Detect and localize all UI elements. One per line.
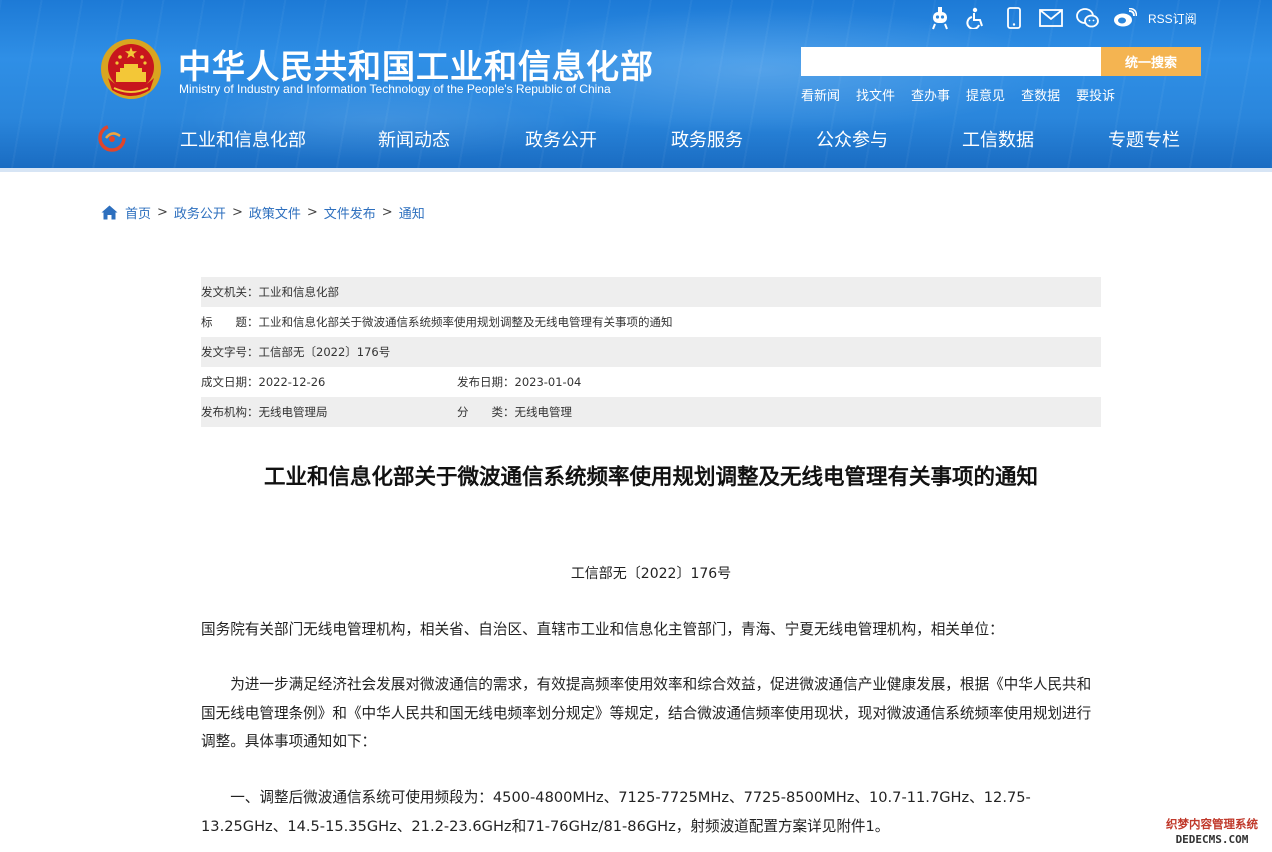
quick-link-files[interactable]: 找文件 (856, 85, 895, 104)
breadcrumb-separator: > (231, 204, 243, 220)
document-metadata-table: 发文机关： 工业和信息化部 标 题： 工业和信息化部关于微波通信系统频率使用规划… (201, 277, 1101, 427)
document-title: 工业和信息化部关于微波通信系统频率使用规划调整及无线电管理有关事项的通知 (263, 465, 1038, 490)
meta-label-doc-number: 发文字号： (201, 345, 259, 359)
breadcrumb-separator: > (306, 204, 318, 220)
addressee-paragraph: 国务院有关部门无线电管理机构，相关省、自治区、直辖市工业和信息化主管部门，青海、… (201, 621, 1004, 638)
breadcrumb-notice[interactable]: 通知 (399, 203, 425, 222)
breadcrumb-separator: > (157, 204, 168, 220)
watermark-line-1: 织梦内容管理系统 (1166, 817, 1258, 831)
breadcrumb-policy-files[interactable]: 政策文件 (249, 203, 301, 222)
meta-row-agency: 发布机构： 无线电管理局 分 类： 无线电管理 (201, 397, 1101, 427)
watermark-line-2: DEDECMS.COM (1176, 833, 1249, 846)
breadcrumb-home[interactable]: 首页 (125, 203, 151, 222)
quick-links: 看新闻 找文件 查办事 提意见 查数据 要投诉 (801, 85, 1131, 104)
quick-link-data[interactable]: 查数据 (1021, 85, 1060, 104)
body-paragraph-1: 为进一步满足经济社会发展对微波通信的需求，有效提高频率使用效率和综合效益，促进微… (201, 676, 1092, 750)
header-divider (0, 168, 1272, 172)
quick-link-feedback[interactable]: 提意见 (966, 85, 1005, 104)
meta-label-agency: 发布机构： (201, 405, 259, 419)
nav-item-special-topics[interactable]: 专题专栏 (1108, 126, 1180, 152)
nav-item-data[interactable]: 工信数据 (962, 126, 1034, 152)
meta-row-dates: 成文日期： 2022-12-26 发布日期： 2023-01-04 (201, 367, 1101, 397)
robot-assistant-icon[interactable] (928, 6, 952, 30)
weibo-icon[interactable] (1113, 6, 1137, 30)
quick-link-news[interactable]: 看新闻 (801, 85, 840, 104)
meta-row-doc-number: 发文字号： 工信部无〔2022〕176号 (201, 337, 1101, 367)
body-paragraph-2: 一、调整后微波通信系统可使用频段为：4500-4800MHz、7125-7725… (201, 789, 1031, 835)
search-input[interactable] (801, 47, 1101, 76)
breadcrumb-separator: > (381, 204, 393, 220)
ministry-logo-icon (98, 124, 126, 152)
mail-icon[interactable] (1039, 6, 1063, 30)
breadcrumb-file-release[interactable]: 文件发布 (324, 203, 376, 222)
nav-item-public-participation[interactable]: 公众参与 (816, 126, 888, 152)
home-icon[interactable] (101, 205, 118, 220)
nav-item-ministry[interactable]: 工业和信息化部 (180, 126, 306, 152)
site-subtitle-en: Ministry of Industry and Information Tec… (179, 82, 611, 96)
meta-row-title: 标 题： 工业和信息化部关于微波通信系统频率使用规划调整及无线电管理有关事项的通… (201, 307, 1101, 337)
national-emblem-icon (101, 39, 161, 99)
mobile-icon[interactable] (1002, 6, 1026, 30)
accessibility-icon[interactable] (965, 6, 989, 30)
breadcrumb-government-affairs[interactable]: 政务公开 (174, 203, 226, 222)
nav-item-government-affairs[interactable]: 政务公开 (525, 126, 597, 152)
meta-value-doc-number: 工信部无〔2022〕176号 (258, 345, 391, 359)
quick-link-complaint[interactable]: 要投诉 (1076, 85, 1115, 104)
meta-label-issuer: 发文机关： (201, 285, 259, 299)
meta-label-title: 标 题： (201, 315, 259, 329)
meta-label-category: 分 类： (457, 405, 515, 419)
site-header: 中华人民共和国工业和信息化部 Ministry of Industry and … (0, 0, 1272, 168)
meta-label-published: 发布日期： (457, 375, 515, 389)
top-utility-bar: RSS订阅 (928, 6, 1197, 30)
meta-value-category: 无线电管理 (514, 405, 573, 419)
meta-label-created: 成文日期： (201, 375, 259, 389)
unified-search-button[interactable]: 统一搜索 (1101, 47, 1201, 76)
main-navigation: 工业和信息化部 新闻动态 政务公开 政务服务 公众参与 工信数据 专题专栏 (180, 126, 1190, 152)
rss-subscribe-link[interactable]: RSS订阅 (1148, 10, 1197, 27)
meta-value-issuer: 工业和信息化部 (258, 285, 340, 299)
wechat-icon[interactable] (1076, 6, 1100, 30)
meta-value-created: 2022-12-26 (258, 375, 326, 389)
breadcrumb: 首页 > 政务公开 > 政策文件 > 文件发布 > 通知 (101, 203, 425, 222)
nav-item-news[interactable]: 新闻动态 (378, 126, 450, 152)
meta-value-title: 工业和信息化部关于微波通信系统频率使用规划调整及无线电管理有关事项的通知 (258, 315, 673, 329)
meta-row-issuer: 发文机关： 工业和信息化部 (201, 277, 1101, 307)
nav-item-services[interactable]: 政务服务 (671, 126, 743, 152)
document-number: 工信部无〔2022〕176号 (570, 566, 732, 582)
quick-link-services[interactable]: 查办事 (911, 85, 950, 104)
dedecms-watermark-logo: 织梦内容管理系统 DEDECMS.COM (1165, 816, 1259, 847)
meta-value-agency: 无线电管理局 (258, 405, 328, 419)
site-title[interactable]: 中华人民共和国工业和信息化部 (178, 40, 654, 88)
meta-value-published: 2023-01-04 (514, 375, 582, 389)
